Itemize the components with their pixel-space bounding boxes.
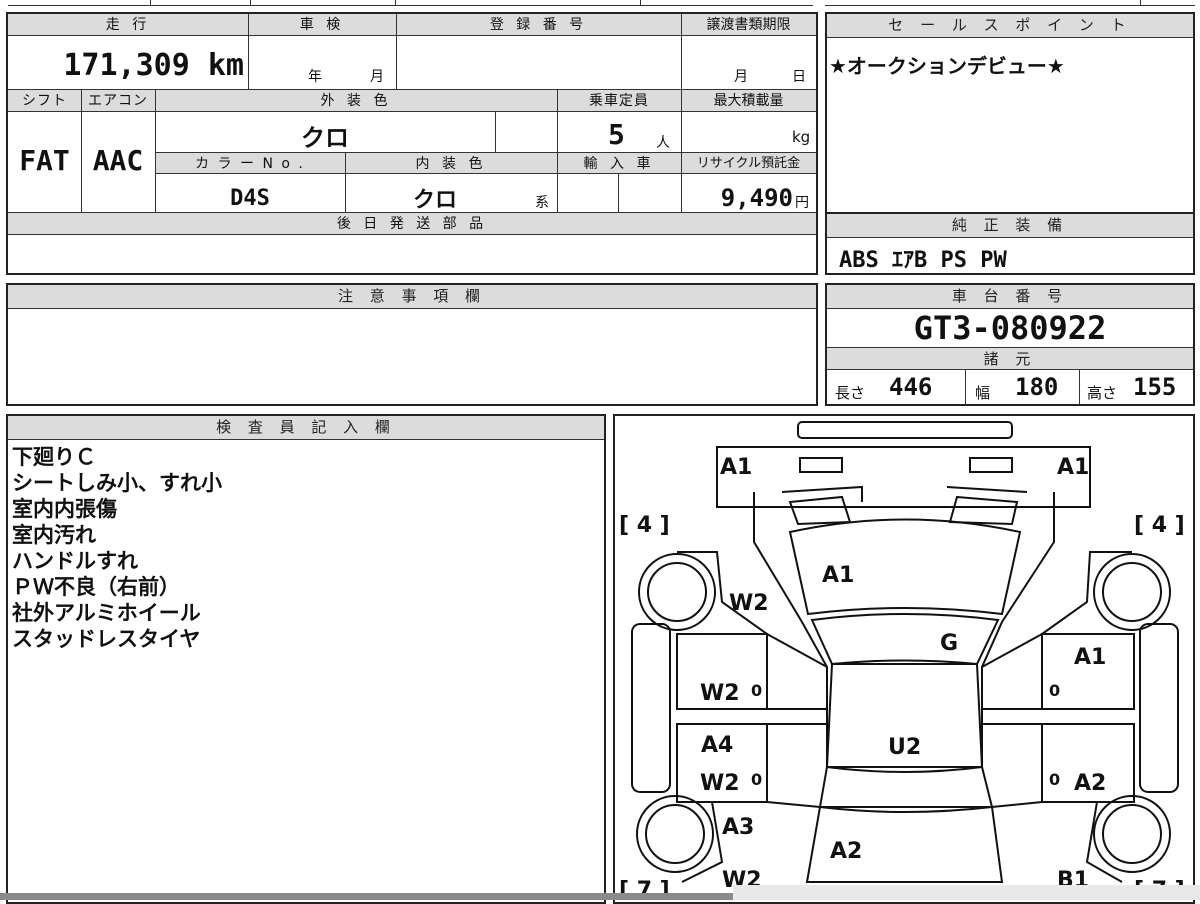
capacity-value: 5 <box>608 118 625 151</box>
tire-front-right: [ 4 ] <box>1134 513 1185 538</box>
interior-color-value: クロ <box>412 188 457 213</box>
caution-label: 注 意 事 項 欄 <box>8 285 816 309</box>
height-value: 155 <box>1133 373 1177 401</box>
shaken-month: 月 <box>370 69 384 85</box>
inspector-label: 検 査 員 記 入 欄 <box>8 416 604 440</box>
mark-a4-left-rear-door: A4 <box>701 733 733 758</box>
mark-zero-lr: 0 <box>751 770 762 789</box>
interior-color-label: 内 装 色 <box>415 156 487 172</box>
transfer-month: 月 <box>734 69 748 85</box>
mark-roof: U2 <box>888 735 921 760</box>
tire-front-left: [ 4 ] <box>619 513 670 538</box>
exterior-color-label: 外 装 色 <box>320 93 392 109</box>
mark-w2-left-front-door: W2 <box>700 681 740 706</box>
width-label: 幅 <box>975 384 991 402</box>
equipment-box: 純 正 装 備 ABS ｴｱB PS PW <box>825 212 1195 275</box>
note-line: ハンドルすれ <box>12 549 138 573</box>
recycle-value: 9,490 <box>720 184 793 212</box>
mark-w2-left-fender: W2 <box>729 591 769 616</box>
aircon-value: AAC <box>92 144 144 177</box>
note-line: シートしみ小、すれ小 <box>12 471 222 495</box>
inspector-notes: 下廻りＣ シートしみ小、すれ小 室内内張傷 室内汚れ ハンドルすれ ＰＷ不良（右… <box>12 444 222 652</box>
equipment-label: 純 正 装 備 <box>827 214 1193 238</box>
height-label: 高さ <box>1087 384 1118 402</box>
mark-a1-front-left: A1 <box>720 455 752 480</box>
length-value: 446 <box>889 373 933 401</box>
transfer-day: 日 <box>792 69 806 85</box>
capacity-unit: 人 <box>656 135 670 151</box>
damage-diagram-box: A1 A1 [ 4 ] [ 4 ] A1 W2 G A1 W2 0 0 A4 U… <box>613 414 1195 904</box>
color-no-value: D4S <box>230 186 270 211</box>
note-line: スタッドレスタイヤ <box>12 627 201 651</box>
mark-zero-rr: 0 <box>1049 770 1060 789</box>
mark-trunk: A2 <box>830 839 862 864</box>
note-line: 室内汚れ <box>12 523 96 547</box>
mark-hood: A1 <box>822 563 854 588</box>
mark-a3-left-quarter: A3 <box>722 815 754 840</box>
mark-zero-lf: 0 <box>751 681 762 700</box>
exterior-color-value: クロ <box>301 124 349 152</box>
note-line: 下廻りＣ <box>12 445 96 469</box>
width-value: 180 <box>1015 373 1059 401</box>
max-load-unit: kg <box>792 128 811 146</box>
caution-box: 注 意 事 項 欄 <box>6 283 818 406</box>
recycle-unit: 円 <box>795 195 809 211</box>
vehicle-info-table: 走 行 車 検 登 録 番 号 譲渡書類期限 171,309 km 年 月 月 … <box>6 12 818 275</box>
transfer-deadline-label: 譲渡書類期限 <box>706 17 791 33</box>
mark-a1-front-right: A1 <box>1057 455 1089 480</box>
length-label: 長さ <box>835 384 866 402</box>
mileage-value: 171,309 km <box>63 48 244 83</box>
interior-color-suffix: 系 <box>535 195 549 211</box>
mark-glass: G <box>940 631 958 656</box>
chassis-value: GT3-080922 <box>913 309 1107 347</box>
top-strip <box>0 0 1200 8</box>
max-load-label: 最大積載量 <box>713 93 784 109</box>
sales-point-text: ★オークションデビュー★ <box>829 54 1065 78</box>
recycle-label: リサイクル預託金 <box>696 156 801 171</box>
chassis-label: 車 台 番 号 <box>827 285 1193 309</box>
import-label: 輸 入 車 <box>583 156 655 172</box>
aircon-label: エアコン <box>88 93 148 109</box>
mark-w2-left-rear-door: W2 <box>700 771 740 796</box>
inspector-box: 検 査 員 記 入 欄 下廻りＣ シートしみ小、すれ小 室内内張傷 室内汚れ ハ… <box>6 414 606 904</box>
mileage-label: 走 行 <box>105 17 151 33</box>
shaken-year: 年 <box>308 69 322 85</box>
sales-point-label: セ ー ル ス ポ イ ン ト <box>827 14 1193 38</box>
mark-a1-right-fender: A1 <box>1074 645 1106 670</box>
shift-label: シフト <box>22 93 67 109</box>
shift-value: FAT <box>19 144 70 177</box>
equipment-text: ABS ｴｱB PS PW <box>839 248 1007 273</box>
note-line: ＰＷ不良（右前） <box>12 575 180 599</box>
specs-label: 諸 元 <box>827 348 1193 370</box>
capacity-label: 乗車定員 <box>589 93 649 109</box>
bottom-overlay-panel <box>733 885 1200 900</box>
later-parts-label: 後 日 発 送 部 品 <box>336 216 488 232</box>
mark-zero-rf: 0 <box>1049 681 1060 700</box>
color-no-label: カ ラ ー N o . <box>195 156 305 172</box>
mark-a2-right-rear-door: A2 <box>1074 771 1106 796</box>
car-damage-diagram: A1 A1 [ 4 ] [ 4 ] A1 W2 G A1 W2 0 0 A4 U… <box>619 421 1185 902</box>
note-line: 社外アルミホイール <box>12 601 201 625</box>
registration-label: 登 録 番 号 <box>489 17 588 33</box>
note-line: 室内内張傷 <box>12 497 117 521</box>
shaken-label: 車 検 <box>299 17 345 33</box>
chassis-box: 車 台 番 号 GT3-080922 諸 元 長さ 446 幅 180 高さ 1… <box>825 283 1195 406</box>
sales-point-box: セ ー ル ス ポ イ ン ト ★オークションデビュー★ <box>825 12 1195 214</box>
